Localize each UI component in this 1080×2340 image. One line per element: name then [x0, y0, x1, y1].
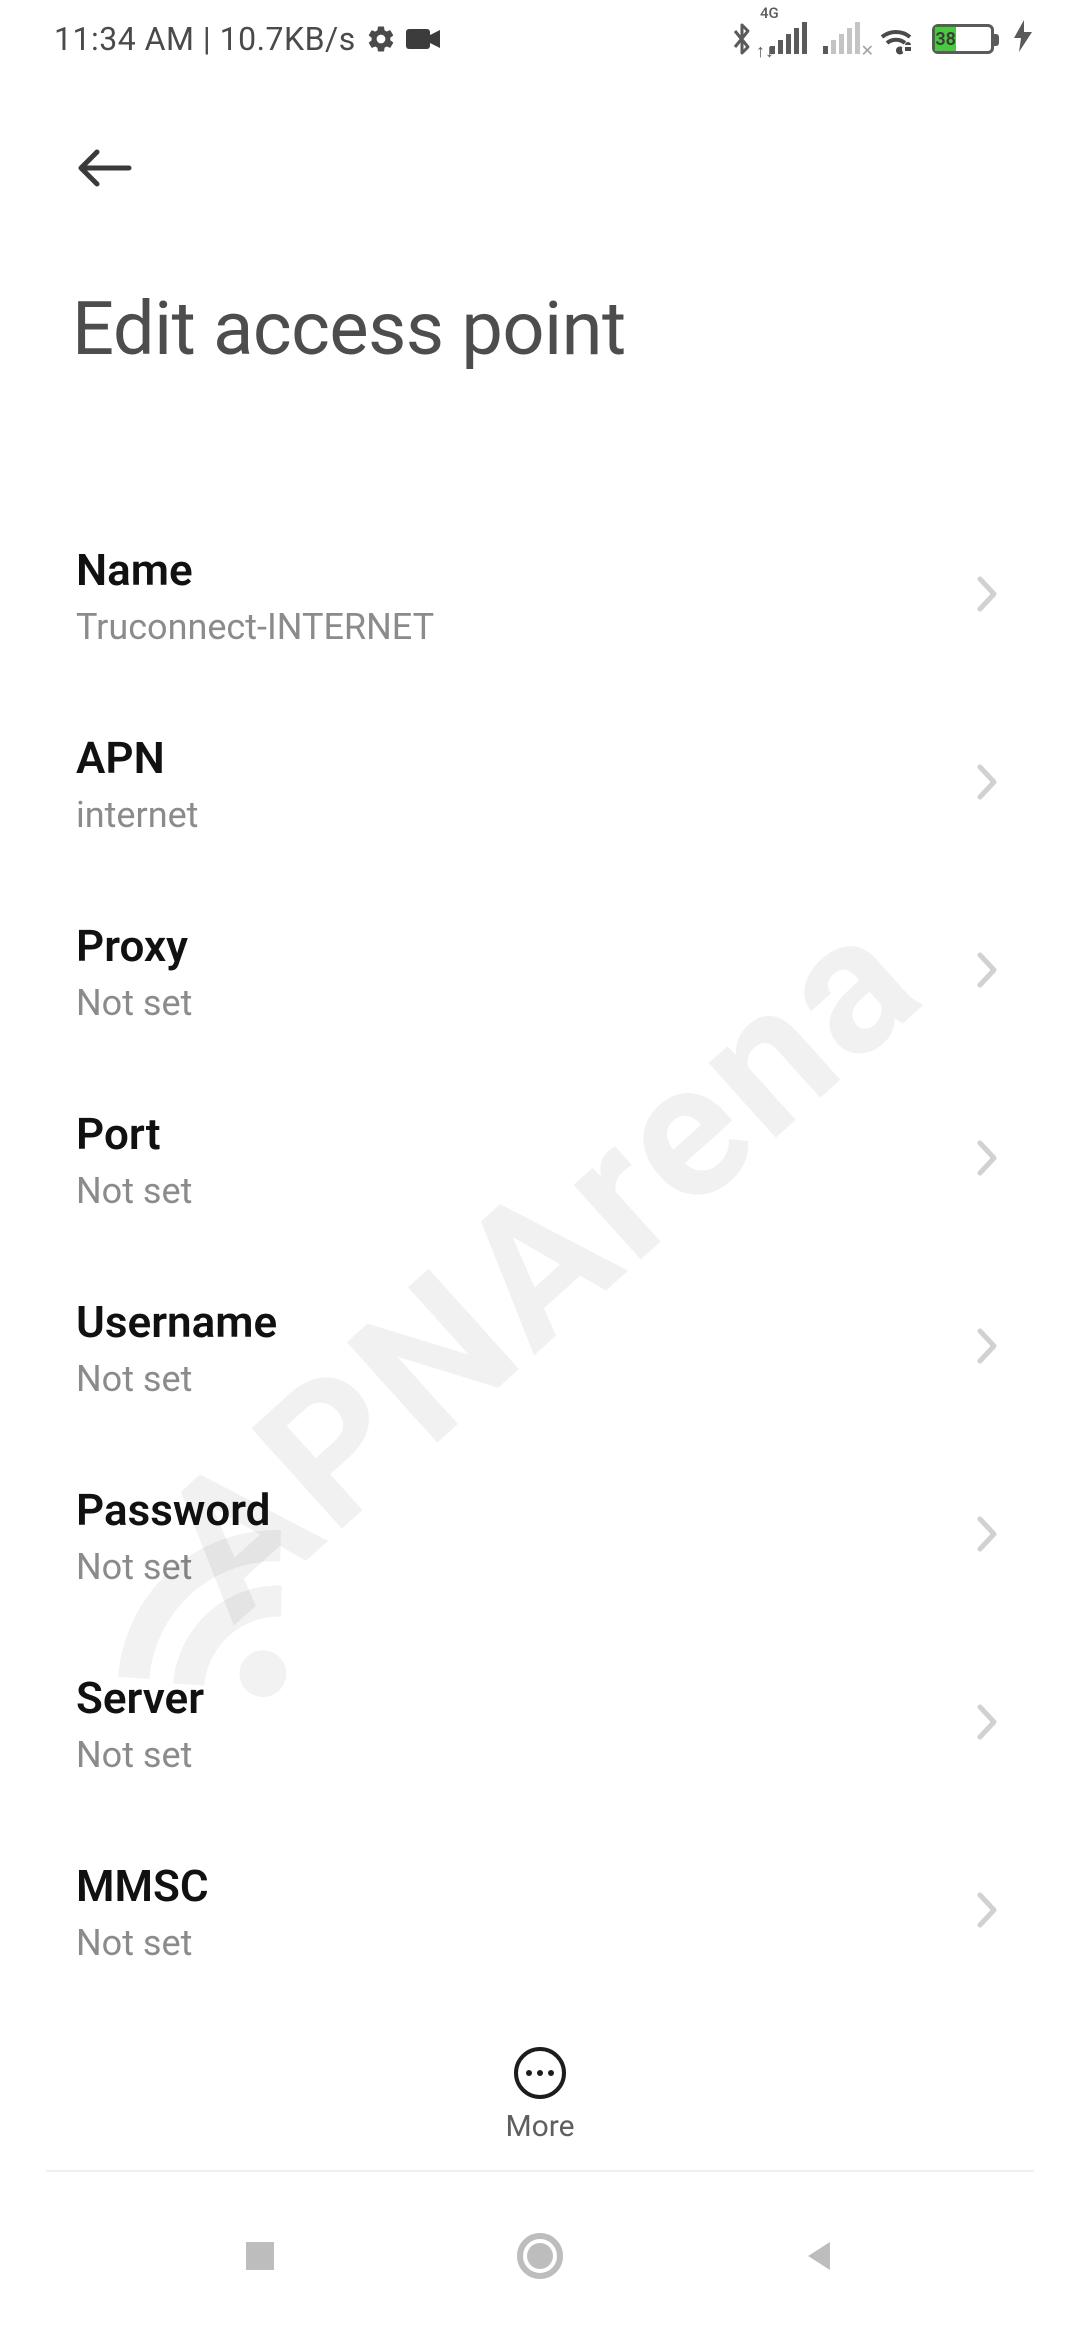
- row-value: Not set: [76, 1546, 270, 1588]
- back-nav-button[interactable]: [788, 2224, 852, 2288]
- chevron-right-icon: [974, 761, 1000, 807]
- arrow-left-icon: [75, 146, 133, 190]
- battery-pct: 38: [935, 27, 956, 51]
- row-label: APN: [76, 732, 198, 784]
- settings-list: Name Truconnect-INTERNET APN internet Pr…: [0, 510, 1080, 2000]
- row-username[interactable]: Username Not set: [76, 1262, 1004, 1450]
- more-label: More: [505, 2109, 574, 2144]
- signal-sim1-icon: 4G ↑↓: [770, 24, 807, 54]
- row-server[interactable]: Server Not set: [76, 1638, 1004, 1826]
- row-mmsc[interactable]: MMSC Not set: [76, 1826, 1004, 2000]
- camera-icon: [406, 26, 442, 52]
- triangle-left-icon: [800, 2236, 840, 2276]
- chevron-right-icon: [974, 1513, 1000, 1559]
- row-label: Server: [76, 1672, 204, 1724]
- chevron-right-icon: [974, 949, 1000, 995]
- more-icon: [514, 2047, 566, 2099]
- battery-icon: 38: [932, 24, 994, 54]
- square-icon: [240, 2236, 280, 2276]
- gear-icon: [366, 24, 396, 54]
- row-password[interactable]: Password Not set: [76, 1450, 1004, 1638]
- row-value: Not set: [76, 1734, 204, 1776]
- row-port[interactable]: Port Not set: [76, 1074, 1004, 1262]
- back-button[interactable]: [72, 136, 136, 200]
- row-label: MMSC: [76, 1860, 209, 1912]
- network-type-label: 4G: [760, 4, 779, 22]
- chevron-right-icon: [974, 1889, 1000, 1935]
- status-left: 11:34 AM | 10.7KB/s: [54, 20, 442, 58]
- wifi-icon: [876, 23, 916, 55]
- more-button[interactable]: More: [0, 2047, 1080, 2144]
- chevron-right-icon: [974, 1701, 1000, 1747]
- chevron-right-icon: [974, 573, 1000, 619]
- circle-icon: [516, 2232, 564, 2280]
- status-time: 11:34 AM | 10.7KB/s: [54, 20, 356, 58]
- charging-icon: [1014, 20, 1032, 59]
- row-name[interactable]: Name Truconnect-INTERNET: [76, 510, 1004, 698]
- row-label: Name: [76, 544, 434, 596]
- signal-sim2-icon: ✕: [823, 24, 860, 54]
- row-label: Proxy: [76, 920, 192, 972]
- bluetooth-icon: [730, 21, 754, 57]
- page-title: Edit access point: [72, 286, 1008, 373]
- row-value: Not set: [76, 1170, 192, 1212]
- header: Edit access point: [0, 78, 1080, 373]
- status-right: 4G ↑↓ ✕ 38: [730, 20, 1032, 59]
- home-button[interactable]: [508, 2224, 572, 2288]
- system-nav-bar: [0, 2172, 1080, 2340]
- chevron-right-icon: [974, 1325, 1000, 1371]
- row-value: internet: [76, 794, 198, 836]
- status-bar: 11:34 AM | 10.7KB/s 4G ↑↓ ✕ 38: [0, 0, 1080, 78]
- row-value: Not set: [76, 982, 192, 1024]
- chevron-right-icon: [974, 1137, 1000, 1183]
- row-label: Port: [76, 1108, 192, 1160]
- row-label: Username: [76, 1296, 277, 1348]
- row-proxy[interactable]: Proxy Not set: [76, 886, 1004, 1074]
- row-value: Not set: [76, 1922, 209, 1964]
- row-apn[interactable]: APN internet: [76, 698, 1004, 886]
- row-value: Truconnect-INTERNET: [76, 606, 434, 648]
- row-value: Not set: [76, 1358, 277, 1400]
- recents-button[interactable]: [228, 2224, 292, 2288]
- row-label: Password: [76, 1484, 270, 1536]
